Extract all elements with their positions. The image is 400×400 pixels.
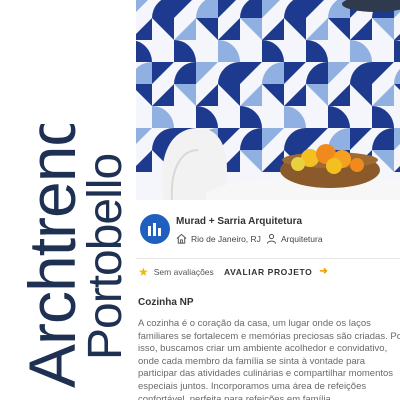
location-text: Rio de Janeiro, RJ	[191, 233, 261, 244]
evaluate-project-button[interactable]: AVALIAR PROJETO ➜	[224, 266, 328, 277]
office-category: Arquitetura	[266, 233, 323, 244]
arrow-right-icon: ➜	[319, 266, 329, 277]
office-location: Rio de Janeiro, RJ	[176, 233, 261, 244]
project-title: Cozinha NP	[138, 297, 194, 308]
office-name[interactable]: Murad + Sarria Arquitetura	[176, 216, 302, 227]
project-card: Murad + Sarria Arquitetura Rio de Janeir…	[136, 0, 400, 400]
building-logo-icon	[148, 223, 161, 236]
rating-status: ★ Sem avaliações	[138, 266, 214, 278]
category-text: Arquitetura	[281, 233, 323, 244]
kitchen-tile-image	[136, 0, 400, 200]
rating-label: Sem avaliações	[153, 267, 214, 277]
person-icon	[266, 233, 277, 244]
evaluate-label: AVALIAR PROJETO	[224, 266, 313, 277]
divider	[136, 258, 400, 259]
star-icon: ★	[138, 265, 149, 279]
brand-strip: Archtrends Portobello	[0, 0, 136, 400]
project-photo[interactable]	[136, 0, 400, 200]
office-logo[interactable]	[140, 214, 170, 244]
project-description: A cozinha é o coração da casa, um lugar …	[138, 318, 400, 400]
brand-subtitle: Portobello	[79, 153, 132, 360]
home-icon	[176, 233, 187, 244]
